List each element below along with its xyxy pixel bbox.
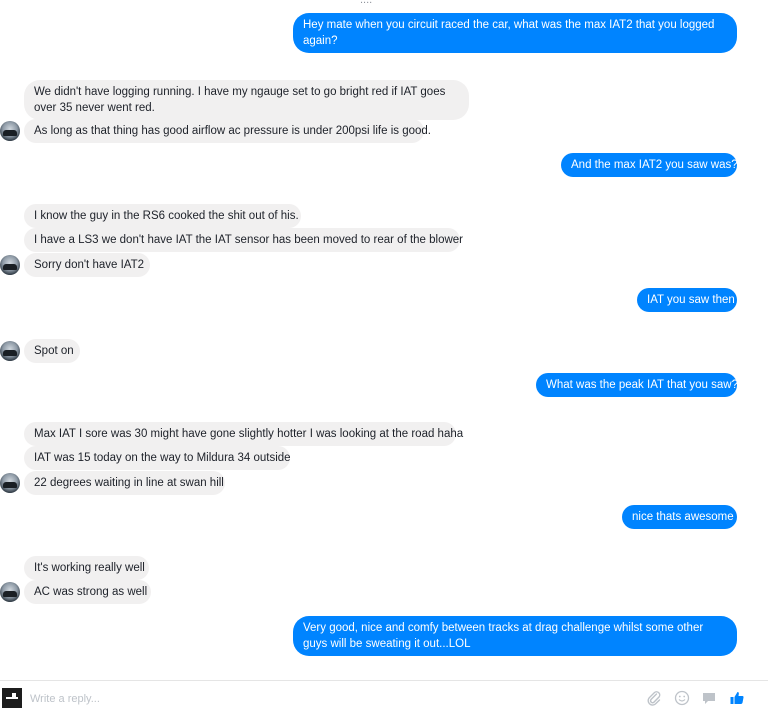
message-incoming[interactable]: I know the guy in the RS6 cooked the shi… bbox=[24, 204, 301, 228]
message-text: Spot on bbox=[34, 345, 74, 357]
top-cut-text: .... bbox=[360, 0, 373, 6]
user-avatar bbox=[2, 688, 22, 708]
message-incoming[interactable]: Sorry don't have IAT2 bbox=[24, 253, 150, 277]
message-text: We didn't have logging running. I have m… bbox=[34, 86, 446, 114]
emoji-icon[interactable] bbox=[673, 689, 691, 707]
message-outgoing[interactable]: nice thats awesome bbox=[622, 505, 737, 529]
message-text: Very good, nice and comfy between tracks… bbox=[303, 622, 704, 650]
message-text: It's working really well bbox=[34, 562, 145, 574]
contact-avatar[interactable] bbox=[0, 473, 20, 493]
paperclip-icon[interactable] bbox=[645, 689, 663, 707]
contact-avatar[interactable] bbox=[0, 255, 20, 275]
message-text: What was the peak IAT that you saw? bbox=[546, 379, 738, 391]
message-incoming[interactable]: It's working really well bbox=[24, 556, 149, 580]
message-text: Max IAT I sore was 30 might have gone sl… bbox=[34, 428, 464, 440]
contact-avatar[interactable] bbox=[0, 121, 20, 141]
message-incoming[interactable]: 22 degrees waiting in line at swan hill bbox=[24, 471, 225, 495]
message-text: And the max IAT2 you saw was? bbox=[571, 159, 738, 171]
message-outgoing[interactable]: What was the peak IAT that you saw? bbox=[536, 373, 738, 397]
message-text: IAT you saw then bbox=[647, 294, 735, 306]
contact-avatar[interactable] bbox=[0, 582, 20, 602]
message-incoming[interactable]: Spot on bbox=[24, 339, 80, 363]
message-incoming[interactable]: IAT was 15 today on the way to Mildura 3… bbox=[24, 446, 291, 470]
message-text: I have a LS3 we don't have IAT the IAT s… bbox=[34, 234, 464, 246]
message-incoming[interactable]: As long as that thing has good airflow a… bbox=[24, 119, 431, 143]
message-incoming[interactable]: Max IAT I sore was 30 might have gone sl… bbox=[24, 422, 463, 446]
message-text: As long as that thing has good airflow a… bbox=[34, 125, 431, 137]
message-composer bbox=[0, 680, 768, 721]
thumbs-up-icon[interactable] bbox=[728, 689, 746, 707]
reply-input[interactable] bbox=[28, 689, 592, 709]
message-text: I know the guy in the RS6 cooked the shi… bbox=[34, 210, 299, 222]
message-text: 22 degrees waiting in line at swan hill bbox=[34, 477, 224, 489]
message-text: IAT was 15 today on the way to Mildura 3… bbox=[34, 452, 291, 464]
message-incoming[interactable]: AC was strong as well bbox=[24, 580, 151, 604]
contact-avatar[interactable] bbox=[0, 341, 20, 361]
message-outgoing[interactable]: Very good, nice and comfy between tracks… bbox=[293, 616, 737, 656]
message-outgoing[interactable]: Hey mate when you circuit raced the car,… bbox=[293, 13, 737, 53]
message-text: Sorry don't have IAT2 bbox=[34, 259, 145, 271]
message-outgoing[interactable]: IAT you saw then bbox=[637, 288, 737, 312]
message-incoming[interactable]: I have a LS3 we don't have IAT the IAT s… bbox=[24, 228, 464, 252]
message-text: AC was strong as well bbox=[34, 586, 148, 598]
sticker-icon[interactable] bbox=[700, 689, 718, 707]
message-outgoing[interactable]: And the max IAT2 you saw was? bbox=[561, 153, 738, 177]
message-text: Hey mate when you circuit raced the car,… bbox=[303, 19, 715, 47]
message-text: nice thats awesome bbox=[632, 511, 734, 523]
message-incoming[interactable]: We didn't have logging running. I have m… bbox=[24, 80, 469, 120]
